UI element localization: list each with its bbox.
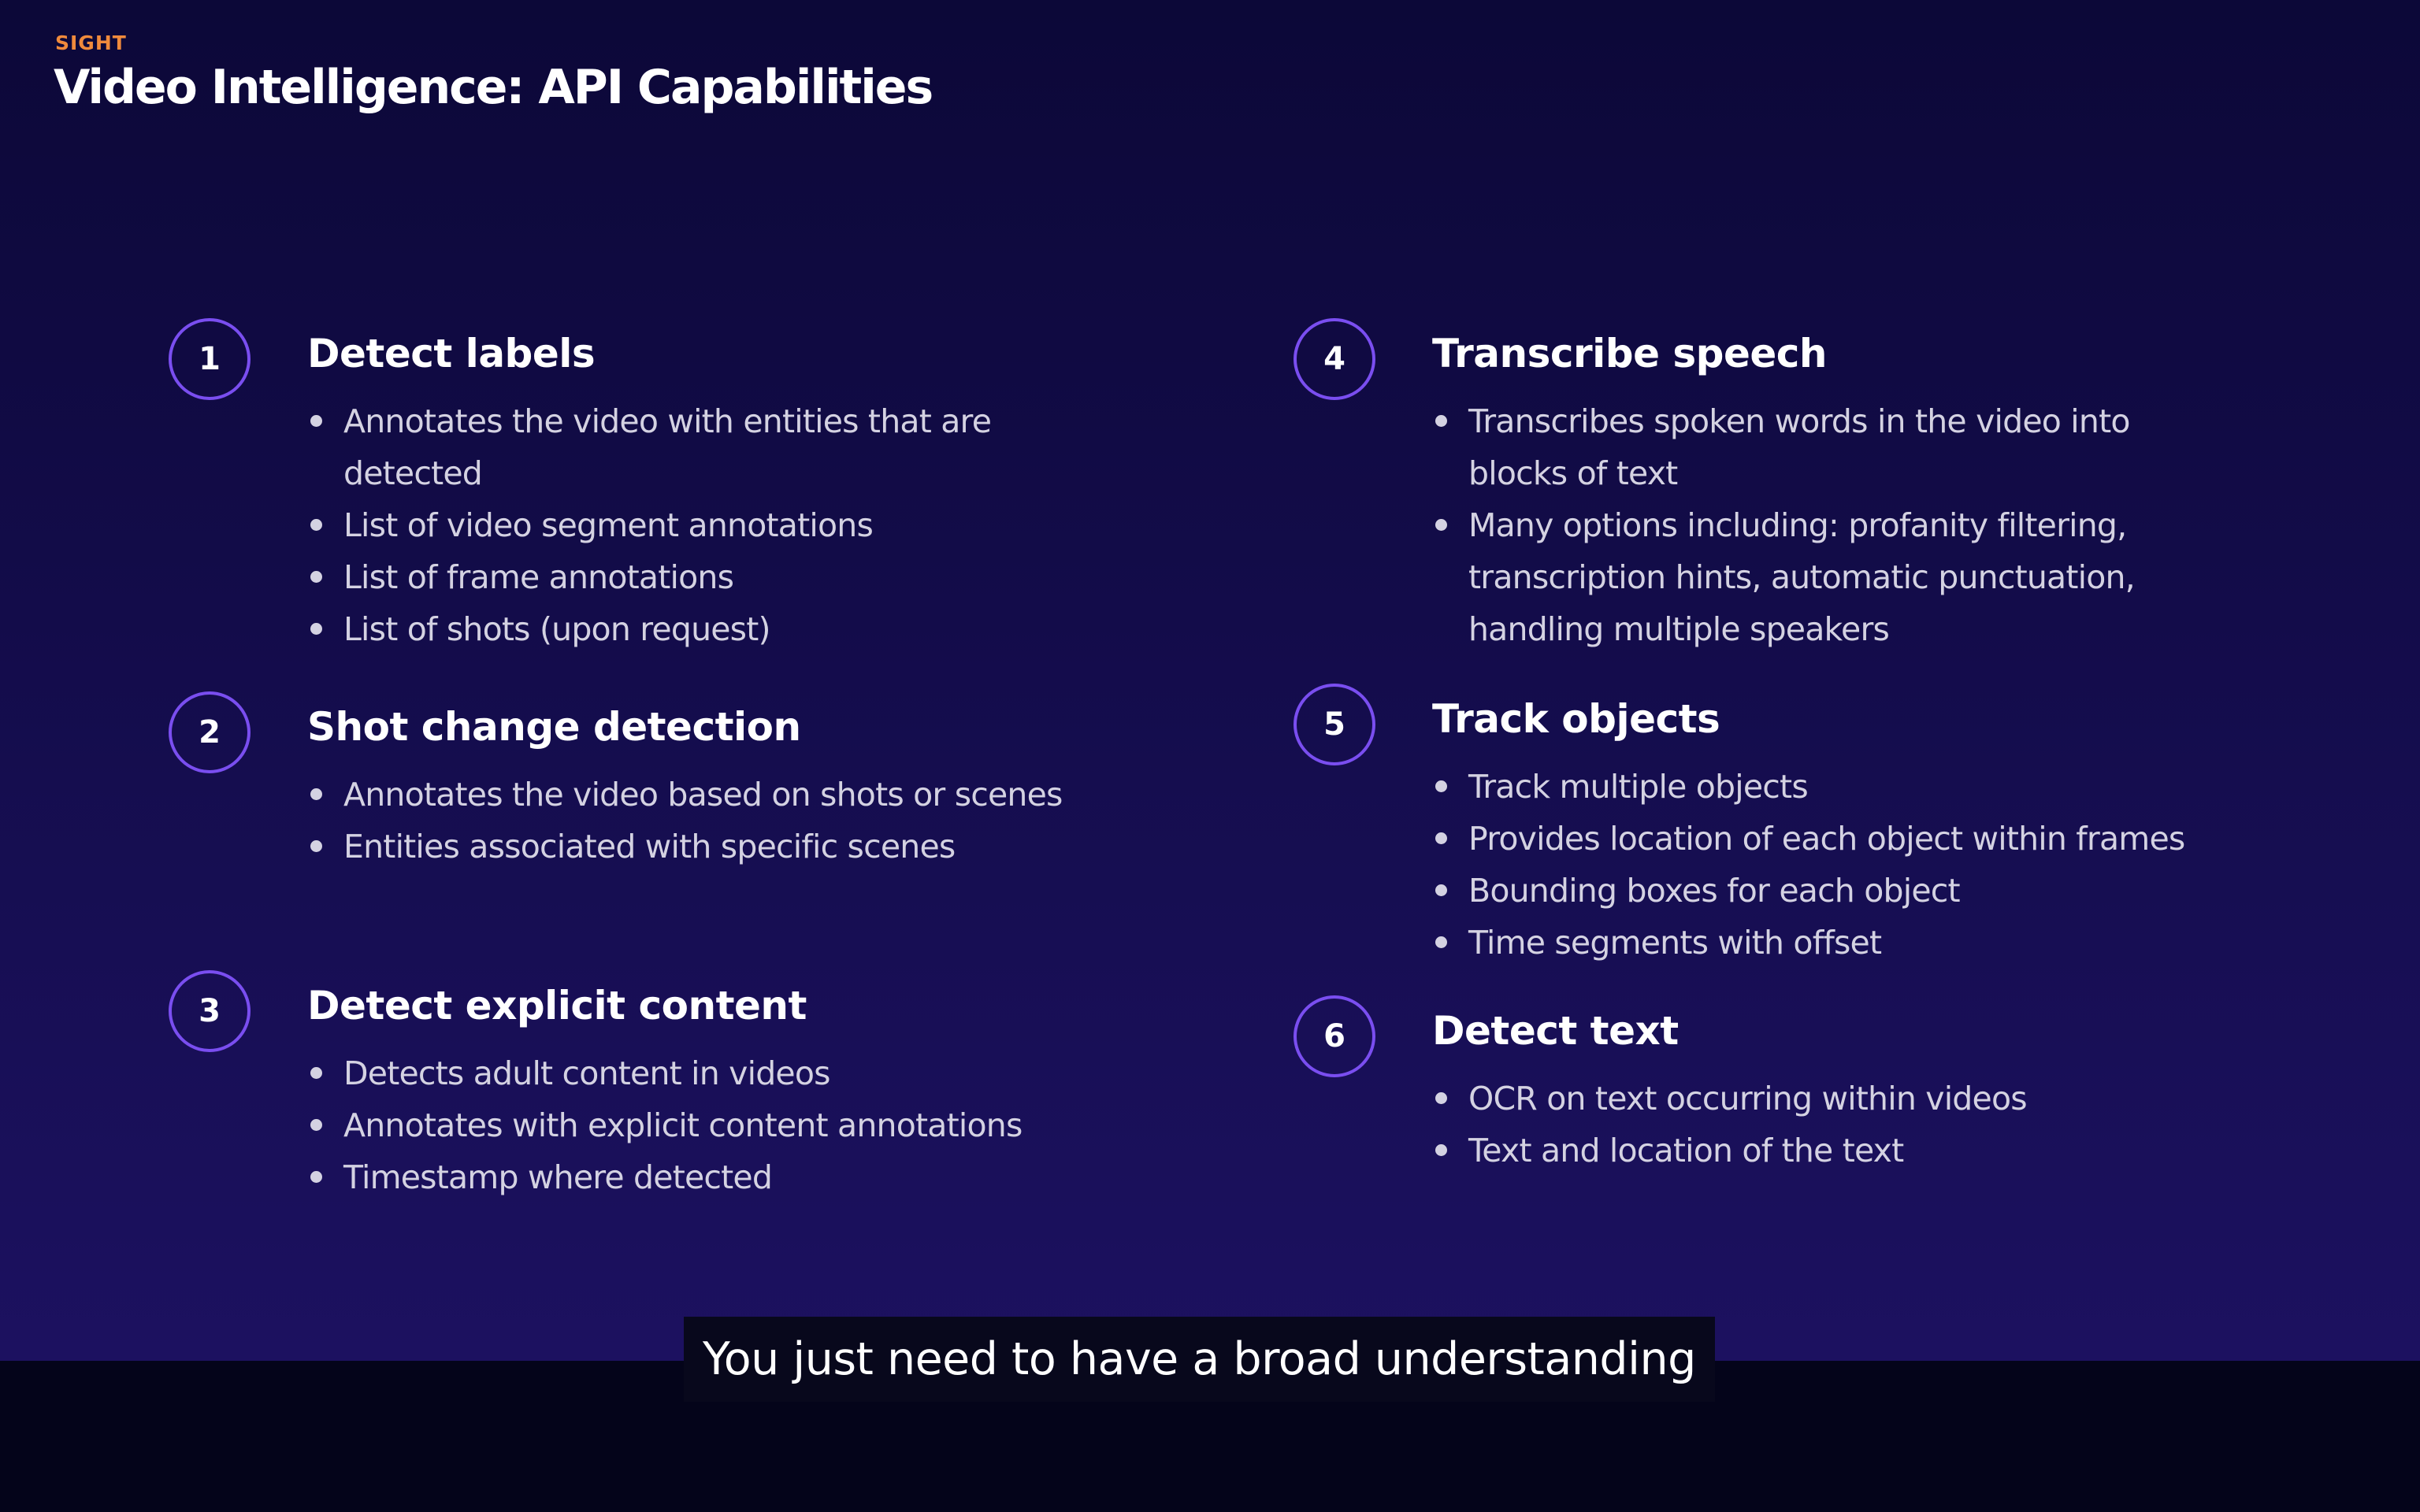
- bullet-list: Annotates the video with entities that a…: [307, 395, 1095, 655]
- bullet-item: Timestamp where detected: [307, 1151, 1205, 1203]
- number-badge: 1: [169, 318, 251, 400]
- bullet-item: Annotates with explicit content annotati…: [307, 1099, 1205, 1151]
- bullet-item: Text and location of the text: [1432, 1125, 2377, 1177]
- bullet-item: Time segments with offset: [1432, 917, 2377, 969]
- slide: SIGHT Video Intelligence: API Capabiliti…: [0, 0, 2420, 1361]
- bullet-list: Transcribes spoken words in the video in…: [1432, 395, 2188, 655]
- bullet-item: Annotates the video based on shots or sc…: [307, 769, 1205, 821]
- number-badge: 6: [1294, 995, 1375, 1077]
- bullet-list: Annotates the video based on shots or sc…: [307, 769, 1205, 873]
- bullet-item: List of shots (upon request): [307, 603, 1095, 655]
- bullet-item: Detects adult content in videos: [307, 1047, 1205, 1099]
- bullet-list: Track multiple objects Provides location…: [1432, 761, 2377, 969]
- bullet-list: OCR on text occurring within videos Text…: [1432, 1073, 2377, 1177]
- bullet-item: Track multiple objects: [1432, 761, 2377, 813]
- capability-title: Track objects: [1432, 696, 1720, 742]
- bullet-item: List of video segment annotations: [307, 499, 1095, 551]
- bullet-item: Annotates the video with entities that a…: [307, 395, 1095, 499]
- number-badge: 3: [169, 970, 251, 1052]
- bullet-item: Entities associated with specific scenes: [307, 821, 1205, 873]
- bullet-item: List of frame annotations: [307, 551, 1095, 603]
- capability-title: Detect explicit content: [307, 983, 807, 1028]
- number-badge: 5: [1294, 684, 1375, 765]
- bullet-item: Provides location of each object within …: [1432, 813, 2377, 865]
- bullet-list: Detects adult content in videos Annotate…: [307, 1047, 1205, 1203]
- section-eyebrow: SIGHT: [55, 32, 127, 54]
- video-caption: You just need to have a broad understand…: [684, 1317, 1715, 1402]
- bullet-item: Many options including: profanity filter…: [1432, 499, 2188, 655]
- capability-title: Transcribe speech: [1432, 331, 1828, 376]
- slide-title: Video Intelligence: API Capabilities: [54, 60, 933, 115]
- bullet-item: Transcribes spoken words in the video in…: [1432, 395, 2188, 499]
- number-badge: 4: [1294, 318, 1375, 400]
- bullet-item: OCR on text occurring within videos: [1432, 1073, 2377, 1125]
- number-badge: 2: [169, 691, 251, 773]
- capability-title: Shot change detection: [307, 704, 801, 750]
- bullet-item: Bounding boxes for each object: [1432, 865, 2377, 917]
- capability-title: Detect text: [1432, 1008, 1679, 1054]
- capability-title: Detect labels: [307, 331, 596, 376]
